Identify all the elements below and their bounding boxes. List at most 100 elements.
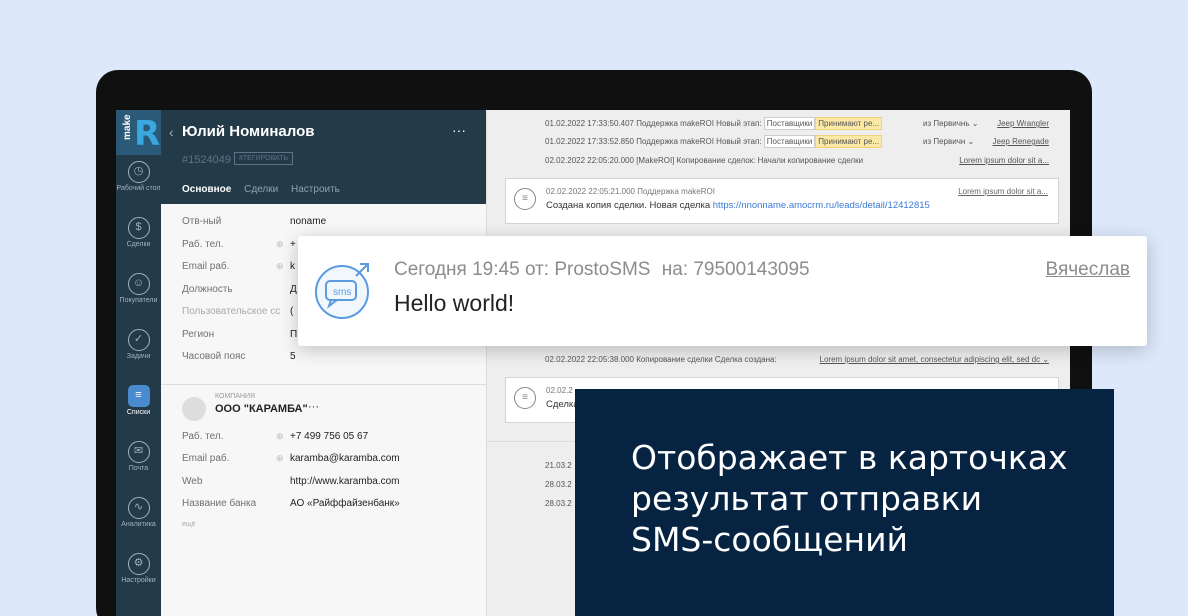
card-tabs: Основное Сделки Настроить <box>182 184 350 195</box>
add-circle-icon[interactable]: ⊕ <box>276 261 284 272</box>
nav-item-label: Сделки <box>126 241 151 248</box>
feed-note: ≡ 02.02.2022 22:05:21.000 Поддержка make… <box>505 178 1059 224</box>
tab-main[interactable]: Основное <box>182 184 231 195</box>
field-value[interactable]: П <box>290 329 297 340</box>
company-name[interactable]: ООО "КАРАМБА" <box>215 403 308 415</box>
note-meta: 02.02.2022 22:05:21.000 Поддержка makeRO… <box>546 187 715 196</box>
field-label: Email раб. <box>182 453 230 464</box>
sms-notification[interactable]: sms Сегодня 19:45 от: ProstoSMS на: 7950… <box>298 236 1147 346</box>
field-label: Пользовательское сс <box>182 306 281 317</box>
card-header: ‹ Юлий Номиналов ··· #1524049 #ТЕГИРОВАТ… <box>161 110 486 204</box>
field-value[interactable]: АО «Райффайзенбанк» <box>290 498 400 509</box>
sms-from-label: от: <box>524 259 550 280</box>
field-label: Часовой пояс <box>182 351 246 362</box>
more-icon[interactable]: ··· <box>452 122 466 138</box>
promo-line: SMS-сообщений <box>631 520 909 559</box>
contact-name[interactable]: Юлий Номиналов <box>182 123 314 140</box>
company-more-icon[interactable]: ··· <box>308 401 319 413</box>
nav-item-label: Задачи <box>126 353 151 360</box>
field-label: Email раб. <box>182 261 230 272</box>
feed-from[interactable]: из Первичн ⌄ <box>923 137 974 146</box>
nav-item-label: Почта <box>128 465 149 472</box>
back-icon[interactable]: ‹ <box>169 124 174 140</box>
field-value[interactable]: Д <box>290 284 297 295</box>
sms-phone: 79500143095 <box>693 259 810 280</box>
field-value[interactable]: +7 499 756 05 67 <box>290 431 368 442</box>
sms-header: Сегодня 19:45 от: ProstoSMS на: 79500143… <box>394 259 810 281</box>
field-value[interactable]: 5 <box>290 351 296 362</box>
add-circle-icon[interactable]: ⊕ <box>276 453 284 464</box>
feed-link[interactable]: Jeep Wrangler <box>997 119 1049 128</box>
feed-link[interactable]: Jeep Renegade <box>993 137 1050 146</box>
settings-icon: ⚙ <box>127 553 150 575</box>
nav-item-customers[interactable]: ☺ Покупатели <box>116 273 161 323</box>
field-label: Название банка <box>182 498 257 509</box>
stage-chip: Поставщики <box>763 117 816 130</box>
stage-chip: Поставщики <box>763 135 816 148</box>
customers-icon: ☺ <box>127 273 150 295</box>
feed-from[interactable]: из Первичнь ⌄ <box>923 119 978 128</box>
promo-banner: Отображает в карточках результат отправк… <box>575 389 1114 616</box>
note-meta: 02.02.2 <box>546 386 573 395</box>
feed-link-wrap[interactable]: Lorem ipsum dolor sit amet, consectetur … <box>820 355 1049 364</box>
feed-line: 01.02.2022 17:33:50.407 Поддержка makeRO… <box>545 117 883 130</box>
field-row: Название банка АО «Райффайзенбанк» <box>182 498 486 521</box>
sms-icon: sms <box>312 256 378 322</box>
tasks-icon: ✓ <box>127 329 150 351</box>
lists-icon: ≡ <box>127 385 150 407</box>
feed-link[interactable]: Lorem ipsum dolor sit amet, consectetur … <box>820 355 1049 364</box>
field-row: Часовой пояс 5 <box>182 351 486 374</box>
nav-item-lists[interactable]: ≡ Списки <box>116 385 161 435</box>
field-label: Должность <box>182 283 233 295</box>
nav-item-tasks[interactable]: ✓ Задачи <box>116 329 161 379</box>
note-text: Создана копия сделки. Новая сделка https… <box>546 200 930 211</box>
logo-text: make <box>122 114 133 140</box>
sms-user-link[interactable]: Вячеслав <box>1046 259 1130 281</box>
feed-text: 01.02.2022 17:33:50.407 Поддержка makeRO… <box>545 119 762 128</box>
note-icon: ≡ <box>514 188 536 210</box>
promo-text: Отображает в карточках результат отправк… <box>631 437 1068 560</box>
contact-card: ‹ Юлий Номиналов ··· #1524049 #ТЕГИРОВАТ… <box>161 110 487 616</box>
field-value[interactable]: karamba@karamba.com <box>290 453 400 464</box>
tag-button[interactable]: #ТЕГИРОВАТЬ <box>234 152 294 165</box>
tab-deals[interactable]: Сделки <box>244 184 278 195</box>
feed-date: 28.03.2 <box>545 499 572 508</box>
field-value[interactable]: noname <box>290 216 326 227</box>
logo-letter: R <box>134 114 161 154</box>
nav-item-dashboard[interactable]: ◷ Рабочий стол <box>116 161 161 211</box>
analytics-icon: ∿ <box>127 497 150 519</box>
nav-item-deals[interactable]: $ Сделки <box>116 217 161 267</box>
contact-id: #1524049 <box>182 154 231 166</box>
company-fields: Раб. тел. ⊕ +7 499 756 05 67 Email раб. … <box>161 425 486 521</box>
company-avatar <box>182 396 206 421</box>
field-label: Раб. тел. <box>182 238 224 250</box>
more-link[interactable]: ещё <box>161 521 486 528</box>
feed-text: 01.02.2022 17:33:52.850 Поддержка makeRO… <box>545 137 762 146</box>
left-nav: make R ◷ Рабочий стол $ Сделки ☺ Покупат… <box>116 110 161 616</box>
sms-to-label: на: <box>661 259 689 280</box>
feed-text: 02.02.2022 22:05:20.000 [MakeROI] Копиро… <box>545 156 864 165</box>
field-value[interactable]: + <box>290 239 296 250</box>
tab-configure[interactable]: Настроить <box>291 184 340 195</box>
field-label: Web <box>182 475 203 487</box>
field-label: Регион <box>182 328 215 340</box>
sms-time: Сегодня 19:45 <box>394 259 520 280</box>
company-header: КОМПАНИЯ ООО "КАРАМБА" ··· <box>161 385 486 425</box>
feed-link[interactable]: Lorem ipsum dolor sit a... <box>959 156 1049 165</box>
field-label: Раб. тел. <box>182 430 224 442</box>
nav-item-mail[interactable]: ✉ Почта <box>116 441 161 491</box>
feed-link[interactable]: Lorem ipsum dolor sit a... <box>958 187 1048 196</box>
field-label: Отв-ный <box>182 216 222 227</box>
field-value[interactable]: http://www.karamba.com <box>290 476 399 487</box>
deals-icon: $ <box>127 217 150 239</box>
promo-line: результат отправки <box>631 479 983 518</box>
add-circle-icon[interactable]: ⊕ <box>276 431 284 442</box>
nav-item-settings[interactable]: ⚙ Настройки <box>116 553 161 603</box>
logo[interactable]: make R <box>116 110 161 155</box>
feed-line: 01.02.2022 17:33:52.850 Поддержка makeRO… <box>545 135 883 148</box>
nav-item-analytics[interactable]: ∿ Аналитика <box>116 497 161 547</box>
field-value[interactable]: k <box>290 261 295 272</box>
field-value[interactable]: ( <box>290 306 293 317</box>
deal-url-link[interactable]: https://nnonname.amocrm.ru/leads/detail/… <box>713 200 930 211</box>
add-circle-icon[interactable]: ⊕ <box>276 239 284 250</box>
